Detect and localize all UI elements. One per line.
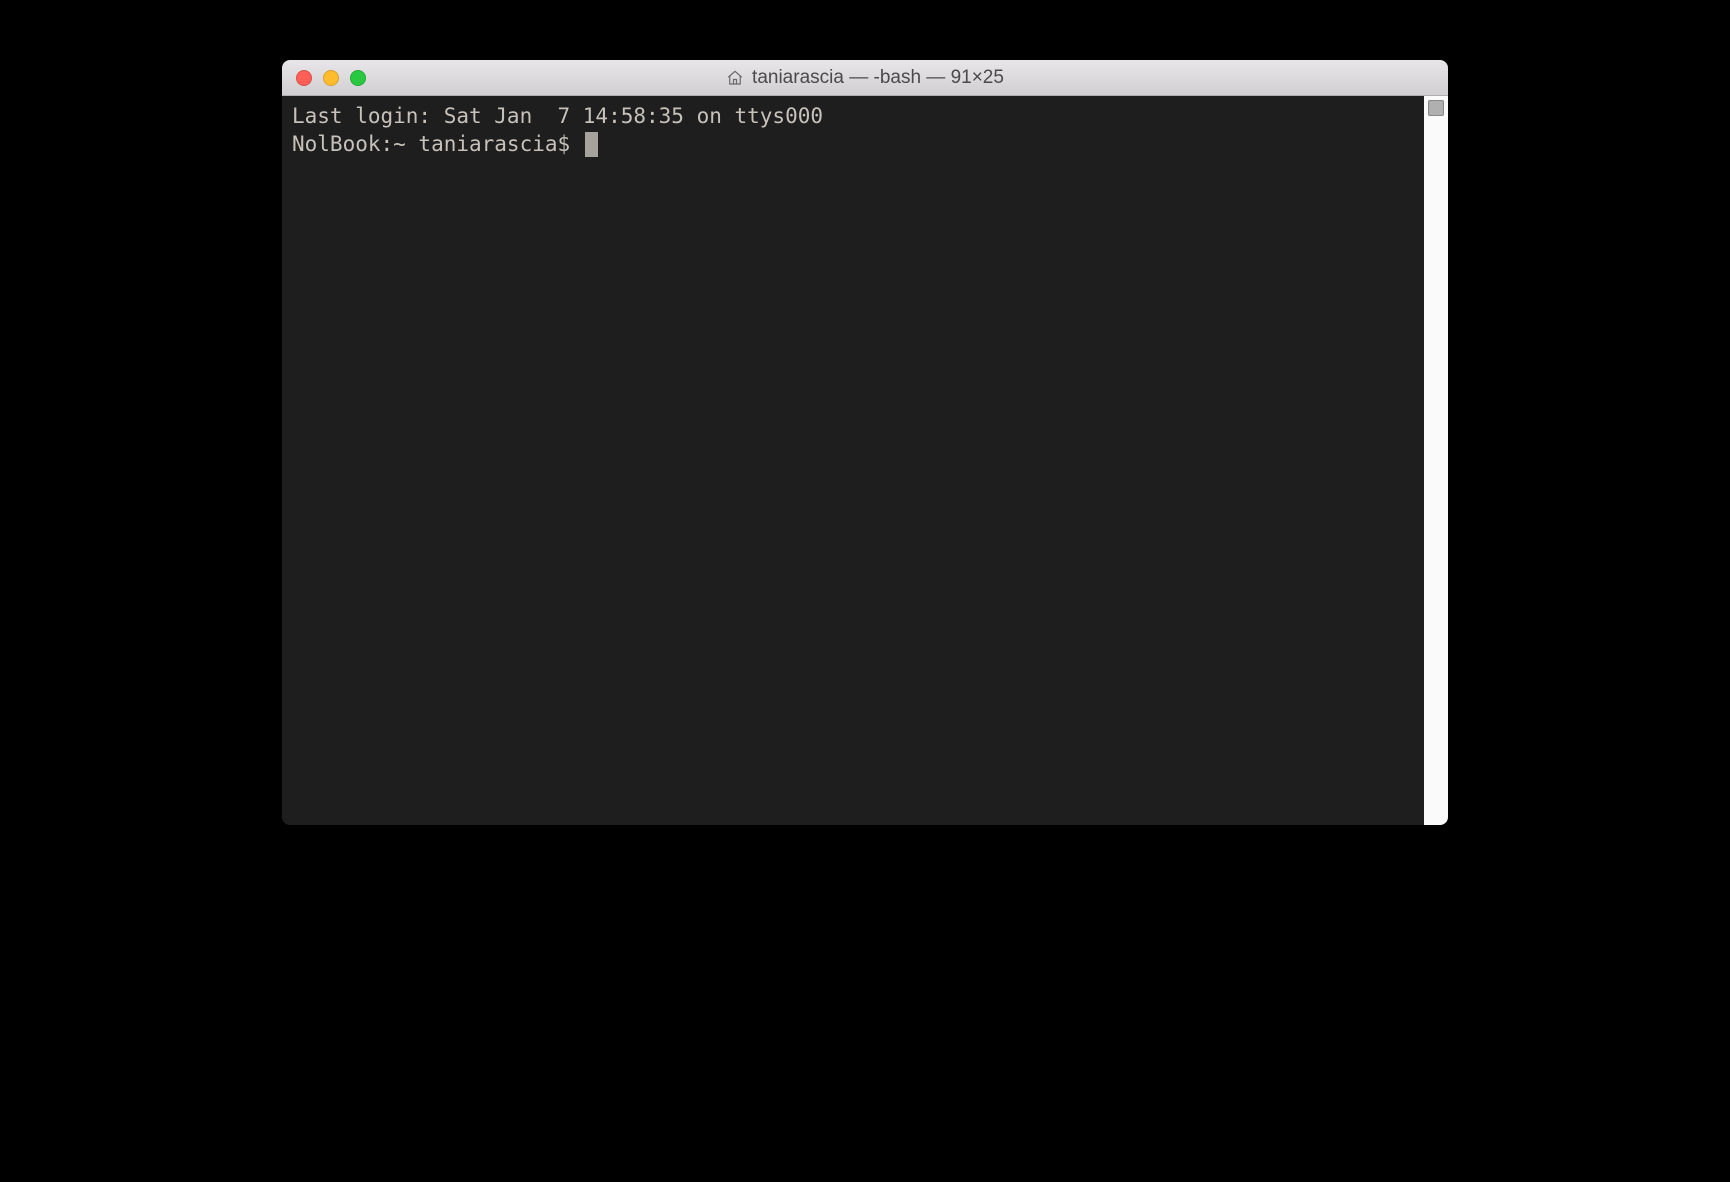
titlebar[interactable]: taniarascia — -bash — 91×25 <box>282 60 1448 96</box>
prompt-text: NolBook:~ taniarascia$ <box>292 130 583 158</box>
last-login-line: Last login: Sat Jan 7 14:58:35 on ttys00… <box>292 102 1414 130</box>
close-button[interactable] <box>296 70 312 86</box>
traffic-lights <box>282 70 366 86</box>
scrollbar[interactable] <box>1424 96 1448 825</box>
terminal-window: taniarascia — -bash — 91×25 Last login: … <box>282 60 1448 825</box>
scrollbar-thumb[interactable] <box>1428 100 1444 116</box>
window-title-container: taniarascia — -bash — 91×25 <box>282 67 1448 89</box>
prompt-line: NolBook:~ taniarascia$ <box>292 130 1414 158</box>
window-title: taniarascia — -bash — 91×25 <box>752 67 1004 89</box>
terminal-body: Last login: Sat Jan 7 14:58:35 on ttys00… <box>282 96 1448 825</box>
maximize-button[interactable] <box>350 70 366 86</box>
cursor <box>585 132 598 157</box>
minimize-button[interactable] <box>323 70 339 86</box>
terminal-content[interactable]: Last login: Sat Jan 7 14:58:35 on ttys00… <box>282 96 1424 825</box>
home-icon <box>726 69 744 87</box>
